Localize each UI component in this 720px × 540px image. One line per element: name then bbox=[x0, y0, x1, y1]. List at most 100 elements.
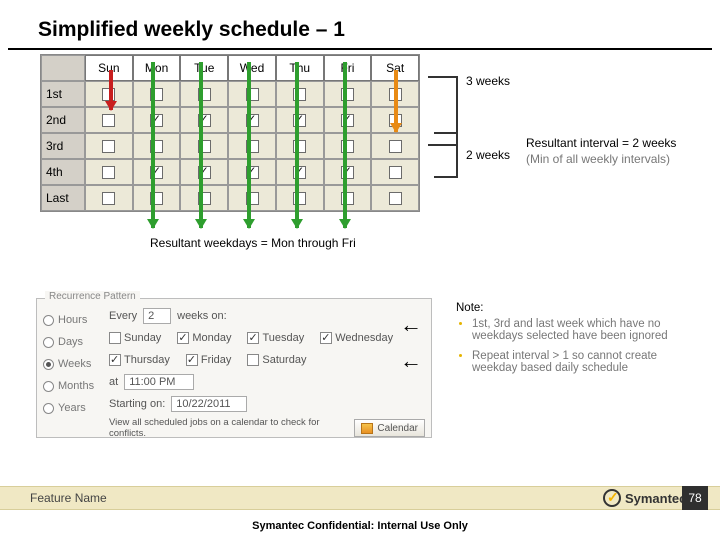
checkbox[interactable] bbox=[102, 140, 115, 153]
checkbox[interactable] bbox=[102, 114, 115, 127]
weekday-label: Monday bbox=[192, 332, 231, 344]
page-number-badge: 78 bbox=[682, 486, 708, 510]
recurrence-mode-option[interactable]: Months bbox=[43, 375, 103, 397]
grid-cell[interactable] bbox=[324, 133, 372, 159]
grid-cell[interactable] bbox=[228, 133, 276, 159]
grid-cell[interactable] bbox=[133, 81, 181, 107]
checkbox[interactable] bbox=[102, 166, 115, 179]
recurrence-mode-option[interactable]: Days bbox=[43, 331, 103, 353]
interval-label-b: 2 weeks bbox=[466, 148, 510, 162]
arrow-down-icon bbox=[295, 62, 299, 228]
grid-cell[interactable] bbox=[276, 107, 324, 133]
checkbox-icon[interactable] bbox=[247, 354, 259, 366]
grid-cell[interactable] bbox=[371, 159, 419, 185]
checkbox-icon[interactable] bbox=[109, 354, 121, 366]
grid-cell[interactable] bbox=[276, 185, 324, 211]
weekday-checkbox[interactable]: Friday bbox=[186, 354, 232, 366]
interval-label-a: 3 weeks bbox=[466, 74, 510, 88]
grid-cell[interactable] bbox=[180, 159, 228, 185]
grid-cell[interactable] bbox=[133, 185, 181, 211]
recurrence-mode-list: Hours Days Weeks Months Years bbox=[43, 309, 103, 419]
weekday-checkbox[interactable]: Thursday bbox=[109, 354, 170, 366]
row-label: 3rd bbox=[41, 133, 85, 159]
mode-label: Days bbox=[58, 336, 83, 348]
grid-cell[interactable] bbox=[276, 133, 324, 159]
start-date-input[interactable]: 10/22/2011 bbox=[171, 396, 247, 412]
arrow-down-icon bbox=[343, 62, 347, 228]
conflict-hint-text: View all scheduled jobs on a calendar to… bbox=[109, 417, 348, 439]
at-label: at bbox=[109, 376, 118, 388]
day-head: Thu bbox=[276, 55, 324, 81]
grid-cell[interactable] bbox=[276, 81, 324, 107]
weekday-checkbox[interactable]: Monday bbox=[177, 332, 231, 344]
grid-cell[interactable] bbox=[371, 185, 419, 211]
arrow-down-icon bbox=[247, 62, 251, 228]
calendar-button-label: Calendar bbox=[377, 423, 418, 434]
every-label: Every bbox=[109, 310, 137, 322]
weekday-checkbox[interactable]: Tuesday bbox=[247, 332, 304, 344]
day-head: Fri bbox=[324, 55, 372, 81]
grid-cell[interactable] bbox=[228, 159, 276, 185]
note-item: Repeat interval > 1 so cannot create wee… bbox=[472, 350, 696, 374]
time-input[interactable]: 11:00 PM bbox=[124, 374, 194, 390]
mode-label: Months bbox=[58, 380, 94, 392]
mode-label: Hours bbox=[58, 314, 87, 326]
grid-cell[interactable] bbox=[228, 81, 276, 107]
grid-cell[interactable] bbox=[276, 159, 324, 185]
grid-cell[interactable] bbox=[133, 133, 181, 159]
grid-cell[interactable] bbox=[324, 107, 372, 133]
weekday-label: Sunday bbox=[124, 332, 161, 344]
checkbox-icon[interactable] bbox=[109, 332, 121, 344]
row-label: 1st bbox=[41, 81, 85, 107]
radio-icon[interactable] bbox=[43, 381, 54, 392]
checkbox[interactable] bbox=[102, 192, 115, 205]
grid-cell[interactable] bbox=[133, 159, 181, 185]
note-item: 1st, 3rd and last week which have no wee… bbox=[472, 318, 696, 342]
recurrence-mode-option[interactable]: Years bbox=[43, 397, 103, 419]
grid-cell[interactable] bbox=[228, 185, 276, 211]
grid-cell[interactable] bbox=[228, 107, 276, 133]
checkbox-icon[interactable] bbox=[320, 332, 332, 344]
radio-icon[interactable] bbox=[43, 403, 54, 414]
checkbox-icon[interactable] bbox=[177, 332, 189, 344]
week-grid-header: Sun Mon Tue Wed Thu Fri Sat bbox=[41, 55, 419, 81]
radio-icon[interactable] bbox=[43, 359, 54, 370]
starting-label: Starting on: bbox=[109, 398, 165, 410]
checkbox[interactable] bbox=[389, 140, 402, 153]
recurrence-mode-option[interactable]: Weeks bbox=[43, 353, 103, 375]
grid-cell[interactable] bbox=[133, 107, 181, 133]
checkbox-icon[interactable] bbox=[186, 354, 198, 366]
grid-cell[interactable] bbox=[180, 133, 228, 159]
radio-icon[interactable] bbox=[43, 337, 54, 348]
grid-corner bbox=[41, 55, 85, 81]
grid-cell[interactable] bbox=[180, 107, 228, 133]
every-value-input[interactable]: 2 bbox=[143, 308, 171, 324]
weekday-checkbox[interactable]: Saturday bbox=[247, 354, 306, 366]
weeks-on-label: weeks on: bbox=[177, 310, 227, 322]
week-row: 1st bbox=[41, 81, 419, 107]
grid-cell[interactable] bbox=[180, 185, 228, 211]
grid-cell[interactable] bbox=[371, 133, 419, 159]
checkbox[interactable] bbox=[389, 166, 402, 179]
row-label: Last bbox=[41, 185, 85, 211]
grid-cell[interactable] bbox=[324, 81, 372, 107]
grid-cell[interactable] bbox=[85, 185, 133, 211]
radio-icon[interactable] bbox=[43, 315, 54, 326]
bracket-icon bbox=[434, 132, 458, 178]
grid-cell[interactable] bbox=[324, 185, 372, 211]
grid-cell[interactable] bbox=[180, 81, 228, 107]
recurrence-mode-option[interactable]: Hours bbox=[43, 309, 103, 331]
arrow-down-icon bbox=[151, 62, 155, 228]
checkbox-icon[interactable] bbox=[247, 332, 259, 344]
footer-feature-name: Feature Name bbox=[30, 491, 107, 505]
arrow-down-icon bbox=[199, 62, 203, 228]
weekday-checkbox[interactable]: Sunday bbox=[109, 332, 161, 344]
mode-label: Years bbox=[58, 402, 86, 414]
weekday-checkbox[interactable]: Wednesday bbox=[320, 332, 393, 344]
grid-cell[interactable] bbox=[85, 159, 133, 185]
grid-cell[interactable] bbox=[324, 159, 372, 185]
day-head: Wed bbox=[228, 55, 276, 81]
calendar-button[interactable]: Calendar bbox=[354, 419, 425, 437]
checkbox[interactable] bbox=[389, 192, 402, 205]
grid-cell[interactable] bbox=[85, 133, 133, 159]
